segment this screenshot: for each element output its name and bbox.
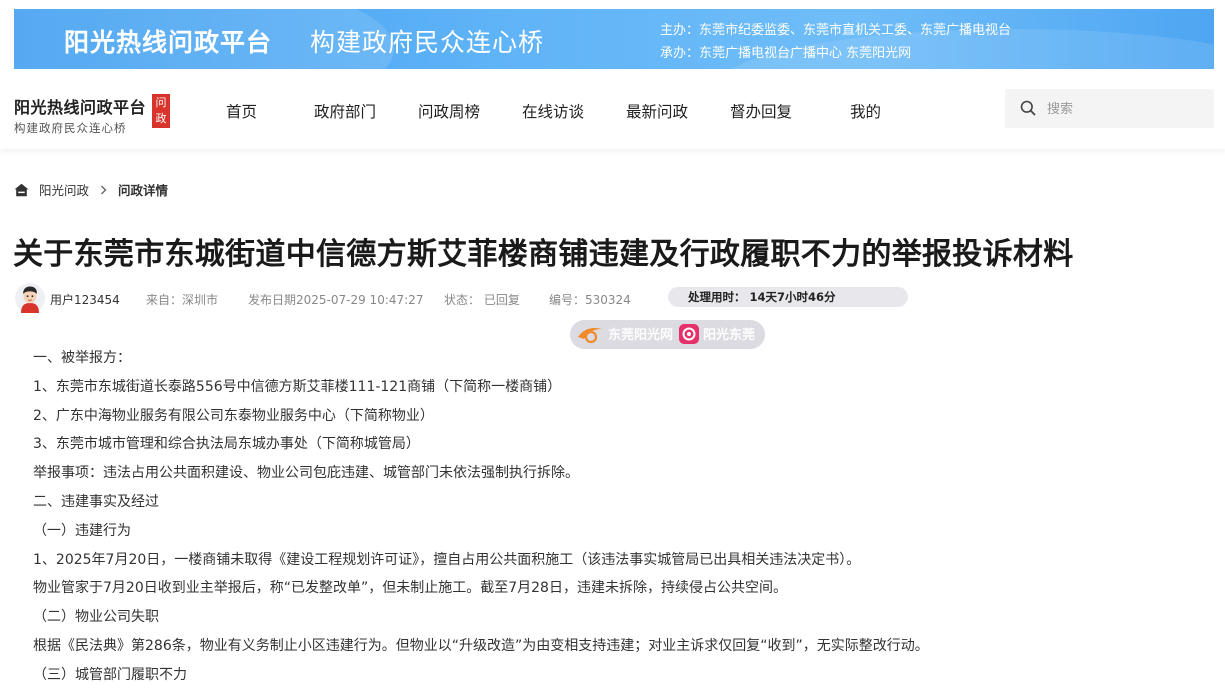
nav-item-government-departments[interactable]: 政府部门 bbox=[314, 100, 376, 122]
paragraph: （一）违建行为 bbox=[33, 522, 131, 539]
banner-host-text: 主办：东莞市纪委监委、东莞市直机关工委、东莞广播电视台 bbox=[660, 23, 1012, 38]
breadcrumb: 阳光问政 问政详情 bbox=[14, 180, 168, 199]
watermark-text: 阳光东莞 bbox=[703, 328, 756, 343]
banner-organizer-text: 承办：东莞广播电视台广播中心 东莞阳光网 bbox=[660, 46, 912, 61]
paragraph: 1、2025年7月20日，一楼商铺未取得《建设工程规划许可证》，擅自占用公共面积… bbox=[33, 551, 861, 568]
search-box bbox=[1005, 89, 1214, 128]
banner-title: 阳光热线问政平台 bbox=[64, 28, 273, 57]
status-badge: 状态： 已回复 bbox=[444, 293, 520, 307]
nav-item-weekly-ranking[interactable]: 问政周榜 bbox=[418, 100, 480, 122]
paragraph: （三）城管部门履职不力 bbox=[33, 666, 187, 683]
logo-badge-char: 问 bbox=[155, 96, 167, 109]
article-body: 一、被举报方： 1、东莞市东城街道长泰路556号中信德方斯艾菲楼111-121商… bbox=[33, 347, 1213, 693]
paragraph: 物业管家于7月20日收到业主举报后，称“已发整改单”，但未制止施工。截至7月28… bbox=[33, 580, 787, 597]
watermark-text: 东莞阳光网 bbox=[608, 328, 674, 343]
paragraph: 一、被举报方： bbox=[33, 350, 131, 366]
paragraph: 举报事项：违法占用公共面积建设、物业公司包庇违建、城管部门未依法强制执行拆除。 bbox=[33, 465, 579, 482]
processing-duration: 处理用时： 14天7小时46分 bbox=[668, 287, 908, 307]
watermark: 东莞阳光网 阳光东莞 bbox=[570, 320, 765, 349]
chevron-right-icon bbox=[100, 185, 107, 195]
watermark-app-icon bbox=[679, 324, 699, 344]
site-logo[interactable]: 阳光热线问政平台 构建政府民众连心桥 问 政 bbox=[14, 94, 170, 136]
logo-badge: 问 政 bbox=[152, 94, 170, 128]
watermark-logo-icon bbox=[578, 328, 602, 344]
case-number: 编号：530324 bbox=[549, 293, 631, 307]
top-banner: 阳光热线问政平台 构建政府民众连心桥 主办：东莞市纪委监委、东莞市直机关工委、东… bbox=[14, 9, 1214, 69]
paragraph: 二、违建事实及经过 bbox=[33, 493, 159, 510]
banner-slogan: 构建政府民众连心桥 bbox=[310, 28, 545, 57]
author-name[interactable]: 用户123454 bbox=[50, 291, 120, 308]
paragraph: 3、东莞市城市管理和综合执法局东城办事处（下简称城管局） bbox=[33, 436, 420, 453]
avatar bbox=[15, 283, 45, 313]
paragraph: 2、广东中海物业服务有限公司东泰物业服务中心（下简称物业） bbox=[33, 407, 434, 424]
paragraph: （二）物业公司失职 bbox=[33, 609, 159, 626]
logo-name: 阳光热线问政平台 bbox=[14, 98, 147, 117]
search-icon[interactable] bbox=[1020, 100, 1036, 116]
breadcrumb-home-link[interactable]: 阳光问政 bbox=[39, 180, 89, 199]
publish-date: 发布日期2025-07-29 10:47:27 bbox=[248, 293, 424, 307]
logo-subtitle: 构建政府民众连心桥 bbox=[14, 121, 127, 135]
page-title: 关于东莞市东城街道中信德方斯艾菲楼商铺违建及行政履职不力的举报投诉材料 bbox=[13, 237, 1074, 272]
paragraph: 1、东莞市东城街道长泰路556号中信德方斯艾菲楼111-121商铺（下简称一楼商… bbox=[33, 378, 562, 395]
nav-item-latest[interactable]: 最新问政 bbox=[626, 100, 688, 122]
nav-item-home[interactable]: 首页 bbox=[226, 100, 257, 122]
home-icon[interactable] bbox=[14, 183, 29, 197]
duration-value: 14天7小时46分 bbox=[749, 290, 836, 304]
paragraph: 根据《民法典》第286条，物业有义务制止小区违建行为。但物业以“升级改造”为由变… bbox=[33, 637, 929, 654]
nav-item-mine[interactable]: 我的 bbox=[850, 100, 881, 122]
source-location: 来自：深圳市 bbox=[146, 293, 219, 307]
nav-item-online-interview[interactable]: 在线访谈 bbox=[522, 100, 584, 122]
search-input[interactable] bbox=[1045, 97, 1209, 121]
nav-item-supervision-reply[interactable]: 督办回复 bbox=[730, 100, 792, 122]
breadcrumb-current: 问政详情 bbox=[117, 183, 168, 198]
main-navbar: 阳光热线问政平台 构建政府民众连心桥 问 政 首页 政府部门 问政周榜 在线访谈… bbox=[0, 69, 1225, 149]
duration-label: 处理用时： bbox=[688, 290, 746, 304]
logo-badge-char: 政 bbox=[155, 112, 167, 125]
